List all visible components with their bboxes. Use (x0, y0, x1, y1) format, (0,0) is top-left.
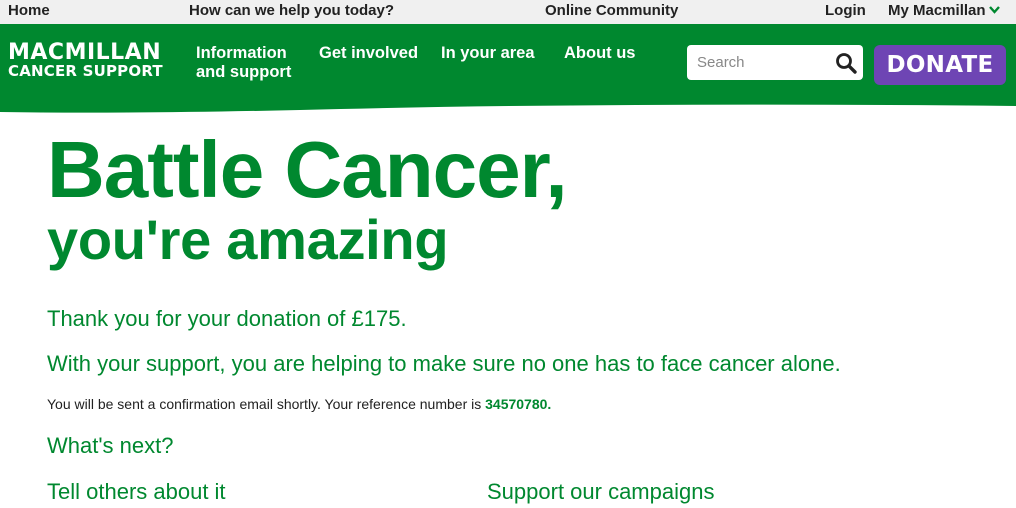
utility-link-help[interactable]: How can we help you today? (189, 2, 394, 19)
reference-number: 34570780. (485, 396, 552, 412)
confirmation-text: You will be sent a confirmation email sh… (47, 396, 486, 412)
search-input[interactable] (687, 45, 827, 80)
donate-button[interactable]: DONATE (874, 45, 1006, 85)
tell-others-heading: Tell others about it (47, 479, 226, 504)
nav-about-us[interactable]: About us (564, 44, 636, 63)
support-campaigns-heading: Support our campaigns (487, 479, 715, 504)
site-header: MACMILLAN CANCER SUPPORT Information and… (0, 24, 1016, 113)
search-box (687, 45, 863, 80)
support-message: With your support, you are helping to ma… (47, 351, 841, 376)
confirmation-message: You will be sent a confirmation email sh… (47, 396, 551, 412)
nav-get-involved[interactable]: Get involved (319, 44, 418, 63)
my-macmillan-label: My Macmillan (888, 2, 986, 19)
page-subtitle: you're amazing (47, 208, 449, 271)
page-title: Battle Cancer, (47, 125, 568, 214)
logo-line-1: MACMILLAN (8, 40, 162, 65)
macmillan-logo[interactable]: MACMILLAN CANCER SUPPORT (8, 42, 163, 79)
utility-link-my-macmillan[interactable]: My Macmillan (888, 2, 1000, 19)
whats-next-heading: What's next? (47, 433, 174, 458)
logo-line-2: CANCER SUPPORT (8, 62, 163, 80)
utility-bar: Home How can we help you today? Online C… (0, 0, 1016, 24)
chevron-down-icon (988, 3, 1000, 17)
nav-information-and-support[interactable]: Information and support (196, 44, 316, 82)
utility-link-home[interactable]: Home (8, 2, 50, 19)
nav-in-your-area[interactable]: In your area (441, 44, 535, 63)
utility-link-login[interactable]: Login (825, 2, 866, 19)
search-icon[interactable] (834, 51, 858, 75)
donation-thanks-message: Thank you for your donation of £175. (47, 306, 407, 331)
header-wave-divider (0, 100, 1016, 113)
utility-link-online-community[interactable]: Online Community (545, 2, 678, 19)
